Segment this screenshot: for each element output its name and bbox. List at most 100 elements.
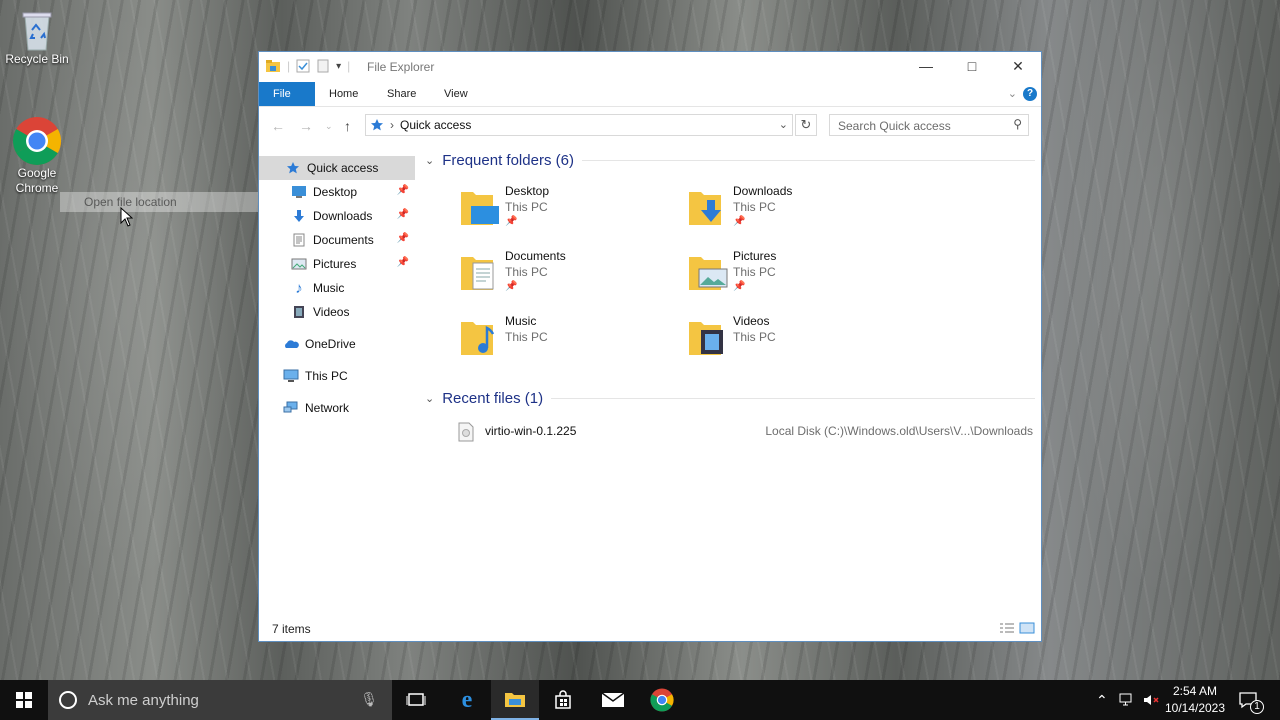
nav-item-downloads[interactable]: Downloads 📌 <box>259 204 415 228</box>
tab-view[interactable]: View <box>430 82 482 106</box>
search-input[interactable] <box>836 116 1010 136</box>
expand-ribbon-icon[interactable]: ⌄ <box>1008 87 1017 100</box>
forward-button[interactable]: → <box>299 118 313 134</box>
folder-tile-music[interactable]: Music This PC <box>459 314 679 372</box>
pin-icon[interactable]: 📌 <box>397 257 409 268</box>
refresh-button[interactable]: ↻ <box>795 114 817 136</box>
tab-share[interactable]: Share <box>373 82 430 106</box>
nav-item-desktop[interactable]: Desktop 📌 <box>259 180 415 204</box>
section-divider <box>581 160 1035 161</box>
nav-item-music[interactable]: ♪ Music <box>259 276 415 300</box>
music-folder-icon <box>461 322 495 355</box>
item-count: 7 items <box>272 622 311 636</box>
section-title: Recent files (1) <box>442 390 544 407</box>
address-bar[interactable]: › Quick access ⌄ <box>365 114 793 136</box>
mouse-cursor-icon <box>120 207 134 227</box>
task-view-button[interactable] <box>392 680 440 720</box>
back-button[interactable]: ← <box>271 118 285 134</box>
breadcrumb-separator-icon[interactable]: › <box>390 118 394 132</box>
show-hidden-icons-button[interactable]: ⌃ <box>1096 680 1108 720</box>
maximize-button[interactable]: □ <box>949 52 995 80</box>
nav-item-label: Desktop <box>313 185 358 199</box>
action-center-button[interactable]: 1 <box>1238 680 1264 720</box>
folder-tile-desktop[interactable]: Desktop This PC 📌 <box>459 184 679 242</box>
chrome-icon <box>12 117 62 166</box>
file-name: virtio-win-0.1.225 <box>485 424 577 438</box>
start-button[interactable] <box>0 680 48 720</box>
recent-locations-icon[interactable]: ⌄ <box>325 121 333 132</box>
nav-item-label: This PC <box>305 369 348 383</box>
notification-count-badge: 1 <box>1250 700 1264 714</box>
close-button[interactable]: ✕ <box>995 52 1041 80</box>
nav-item-label: Videos <box>313 305 350 319</box>
microphone-icon[interactable]: 🎙 <box>360 691 378 708</box>
system-clock[interactable]: 2:54 AM 10/14/2023 <box>1160 683 1230 717</box>
folder-name: Downloads <box>733 184 793 198</box>
status-bar: 7 items <box>259 617 1041 641</box>
section-divider <box>551 398 1035 399</box>
folder-location: This PC <box>733 200 776 214</box>
nav-item-this-pc[interactable]: This PC <box>259 364 415 388</box>
customize-qat-icon[interactable]: ▾ <box>336 61 341 72</box>
quick-access-toolbar: | ▾ | <box>265 58 350 74</box>
pin-icon[interactable]: 📌 <box>397 233 409 244</box>
volume-tray-button[interactable] <box>1142 680 1160 720</box>
documents-folder-icon <box>291 232 307 248</box>
address-dropdown-icon[interactable]: ⌄ <box>779 118 788 131</box>
recycle-bin-desktop-icon[interactable]: Recycle Bin <box>2 8 72 67</box>
folder-tile-pictures[interactable]: Pictures This PC 📌 <box>687 249 907 307</box>
pin-icon[interactable]: 📌 <box>397 209 409 220</box>
clock-date: 10/14/2023 <box>1164 701 1226 715</box>
minimize-button[interactable]: — <box>903 52 949 80</box>
folder-name: Pictures <box>733 249 777 263</box>
details-view-icon[interactable] <box>999 622 1015 634</box>
nav-item-pictures[interactable]: Pictures 📌 <box>259 252 415 276</box>
breadcrumb[interactable]: Quick access <box>400 118 471 132</box>
taskbar-chrome[interactable] <box>638 680 686 720</box>
pin-icon[interactable]: 📌 <box>397 185 409 196</box>
taskbar-file-explorer[interactable] <box>491 680 539 720</box>
help-button[interactable]: ? <box>1023 87 1037 101</box>
properties-icon[interactable] <box>296 59 310 73</box>
nav-item-documents[interactable]: Documents 📌 <box>259 228 415 252</box>
nav-item-onedrive[interactable]: OneDrive <box>259 332 415 356</box>
nav-item-videos[interactable]: Videos <box>259 300 415 324</box>
window-controls: — □ ✕ <box>903 52 1041 80</box>
music-folder-icon: ♪ <box>295 279 303 297</box>
tab-home[interactable]: Home <box>315 82 372 106</box>
nav-item-label: Documents <box>313 233 374 247</box>
pin-icon: 📌 <box>505 216 518 227</box>
network-tray-button[interactable] <box>1118 680 1136 720</box>
nav-item-quick-access[interactable]: Quick access <box>259 156 415 180</box>
list-item[interactable]: virtio-win-0.1.225 Local Disk (C:)\Windo… <box>453 420 1033 444</box>
title-bar: | ▾ | File Explorer — □ ✕ <box>259 52 1041 82</box>
network-icon <box>283 400 299 416</box>
navigation-pane: Quick access Desktop 📌 Downloads 📌 Docum… <box>259 156 415 607</box>
folder-location: This PC <box>733 330 776 344</box>
folder-name: Documents <box>505 249 566 263</box>
taskbar-store[interactable] <box>539 680 587 720</box>
frequent-folders-header[interactable]: ⌄ Frequent folders (6) <box>425 152 1035 169</box>
store-icon <box>555 690 571 709</box>
recent-files-header[interactable]: ⌄ Recent files (1) <box>425 390 1035 407</box>
taskbar-edge[interactable]: e <box>443 680 491 720</box>
google-chrome-desktop-icon[interactable]: Google Chrome <box>2 116 72 196</box>
tab-file[interactable]: File <box>259 82 315 106</box>
address-row: ← → ⌄ ↑ › Quick access ⌄ ↻ ⚲ <box>259 107 1041 143</box>
up-button[interactable]: ↑ <box>344 118 351 134</box>
taskbar-mail[interactable] <box>589 680 637 720</box>
folder-tile-videos[interactable]: Videos This PC <box>687 314 907 372</box>
folder-tile-documents[interactable]: Documents This PC 📌 <box>459 249 679 307</box>
collapse-chevron-icon[interactable]: ⌄ <box>425 154 434 167</box>
folder-location: This PC <box>505 265 548 279</box>
cortana-search-box[interactable]: Ask me anything 🎙 <box>48 680 392 720</box>
pictures-folder-icon <box>689 257 728 290</box>
new-folder-icon[interactable] <box>316 59 330 73</box>
downloads-folder-icon <box>689 192 721 225</box>
nav-item-network[interactable]: Network <box>259 396 415 420</box>
large-icons-view-icon[interactable] <box>1019 622 1035 634</box>
collapse-chevron-icon[interactable]: ⌄ <box>425 392 434 405</box>
nav-item-label: Network <box>305 401 350 415</box>
folder-tile-downloads[interactable]: Downloads This PC 📌 <box>687 184 907 242</box>
search-box[interactable]: ⚲ <box>829 114 1029 136</box>
